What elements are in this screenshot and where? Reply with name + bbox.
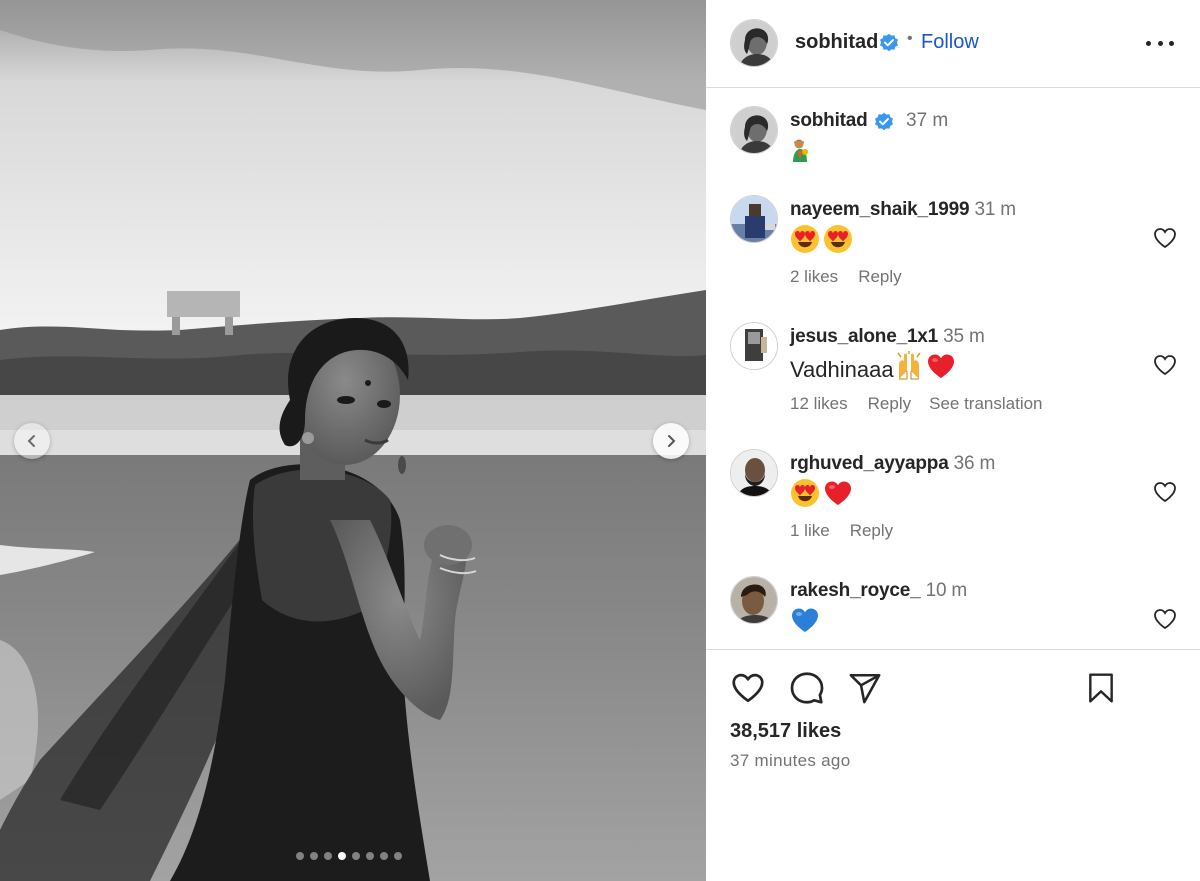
comment-meta: 2 likes Reply bbox=[790, 267, 902, 287]
comment-meta: 1 like Reply bbox=[790, 521, 893, 541]
post-header: sobhitad • Follow bbox=[706, 0, 1200, 88]
slide-dot bbox=[310, 852, 318, 860]
reply-button[interactable]: Reply bbox=[850, 521, 893, 541]
comment-likes[interactable]: 1 like bbox=[790, 521, 830, 541]
commenter-avatar[interactable] bbox=[730, 449, 778, 497]
action-bar bbox=[706, 666, 1200, 714]
blue-heart-emoji-icon bbox=[792, 608, 818, 632]
comment-button[interactable] bbox=[785, 666, 829, 710]
header-separator: • bbox=[907, 30, 913, 47]
heart-icon[interactable] bbox=[1153, 607, 1177, 631]
heart-eyes-emoji-icon bbox=[791, 479, 819, 507]
more-options-button[interactable] bbox=[1146, 30, 1174, 56]
comment-text bbox=[790, 478, 853, 510]
slide-indicator bbox=[296, 852, 402, 860]
commenter-avatar[interactable] bbox=[730, 322, 778, 370]
heart-eyes-emoji-icon bbox=[791, 225, 819, 253]
raising-hands-emoji-icon bbox=[896, 351, 921, 380]
comment-icon bbox=[790, 672, 824, 704]
comment-text bbox=[790, 605, 820, 637]
woman-with-flower-emoji-icon bbox=[793, 139, 808, 162]
comment-username[interactable]: rghuved_ayyappa 36 m bbox=[790, 453, 995, 475]
slide-dot-active bbox=[338, 852, 346, 860]
comment-likes[interactable]: 2 likes bbox=[790, 267, 838, 287]
slide-dot bbox=[324, 852, 332, 860]
red-heart-emoji-icon bbox=[825, 481, 851, 505]
caption-text bbox=[790, 138, 810, 164]
comment-username[interactable]: rakesh_royce_ 10 m bbox=[790, 580, 967, 602]
verified-icon bbox=[875, 112, 893, 131]
chevron-left-icon bbox=[27, 435, 35, 447]
more-icon bbox=[1146, 40, 1151, 46]
comment-likes[interactable]: 12 likes bbox=[790, 394, 848, 414]
slide-dot bbox=[380, 852, 388, 860]
slide-dot bbox=[394, 852, 402, 860]
slide-dot bbox=[296, 852, 304, 860]
heart-icon[interactable] bbox=[1153, 480, 1177, 504]
comments-list[interactable]: sobhitad 37 m nayeem_shaik_1999 31 m 2 l… bbox=[706, 89, 1200, 649]
commenter-avatar[interactable] bbox=[730, 195, 778, 243]
see-translation-button[interactable]: See translation bbox=[929, 394, 1042, 414]
photo-scene bbox=[0, 0, 706, 881]
slide-dot bbox=[352, 852, 360, 860]
caption-username[interactable]: sobhitad bbox=[790, 110, 868, 132]
heart-icon[interactable] bbox=[1153, 226, 1177, 250]
commenter-avatar[interactable] bbox=[730, 576, 778, 624]
previous-slide-button[interactable] bbox=[14, 423, 50, 459]
post-timestamp[interactable]: 37 minutes ago bbox=[730, 751, 850, 771]
comment-username[interactable]: jesus_alone_1x1 35 m bbox=[790, 326, 985, 348]
share-icon bbox=[849, 673, 881, 704]
comment-username[interactable]: nayeem_shaik_1999 31 m bbox=[790, 199, 1016, 221]
reply-button[interactable]: Reply bbox=[858, 267, 901, 287]
like-button[interactable] bbox=[726, 666, 770, 710]
verified-icon bbox=[880, 33, 898, 52]
heart-eyes-emoji-icon bbox=[824, 225, 852, 253]
caption-time: 37 m bbox=[906, 110, 949, 131]
caption-avatar[interactable] bbox=[730, 106, 778, 154]
like-count[interactable]: 38,517 likes bbox=[730, 720, 841, 743]
slide-dot bbox=[366, 852, 374, 860]
comment-meta: 12 likes Reply See translation bbox=[790, 394, 1043, 414]
actions-divider bbox=[706, 649, 1200, 650]
author-avatar[interactable] bbox=[730, 19, 778, 67]
follow-button[interactable]: Follow bbox=[921, 31, 979, 54]
bookmark-icon bbox=[1089, 673, 1113, 703]
reply-button[interactable]: Reply bbox=[868, 394, 911, 414]
author-username[interactable]: sobhitad bbox=[795, 31, 878, 54]
share-button[interactable] bbox=[843, 666, 887, 710]
comment-text bbox=[790, 224, 853, 256]
save-button[interactable] bbox=[1079, 666, 1123, 710]
chevron-right-icon bbox=[668, 435, 676, 447]
next-slide-button[interactable] bbox=[653, 423, 689, 459]
heart-icon[interactable] bbox=[1153, 353, 1177, 377]
comment-text: Vadhinaaa bbox=[790, 351, 956, 383]
post-photo[interactable] bbox=[0, 0, 706, 881]
post-details-panel: sobhitad • Follow sobhitad 37 m nayeem_s… bbox=[706, 0, 1200, 881]
heart-icon bbox=[732, 673, 764, 703]
red-heart-emoji-icon bbox=[927, 354, 954, 378]
